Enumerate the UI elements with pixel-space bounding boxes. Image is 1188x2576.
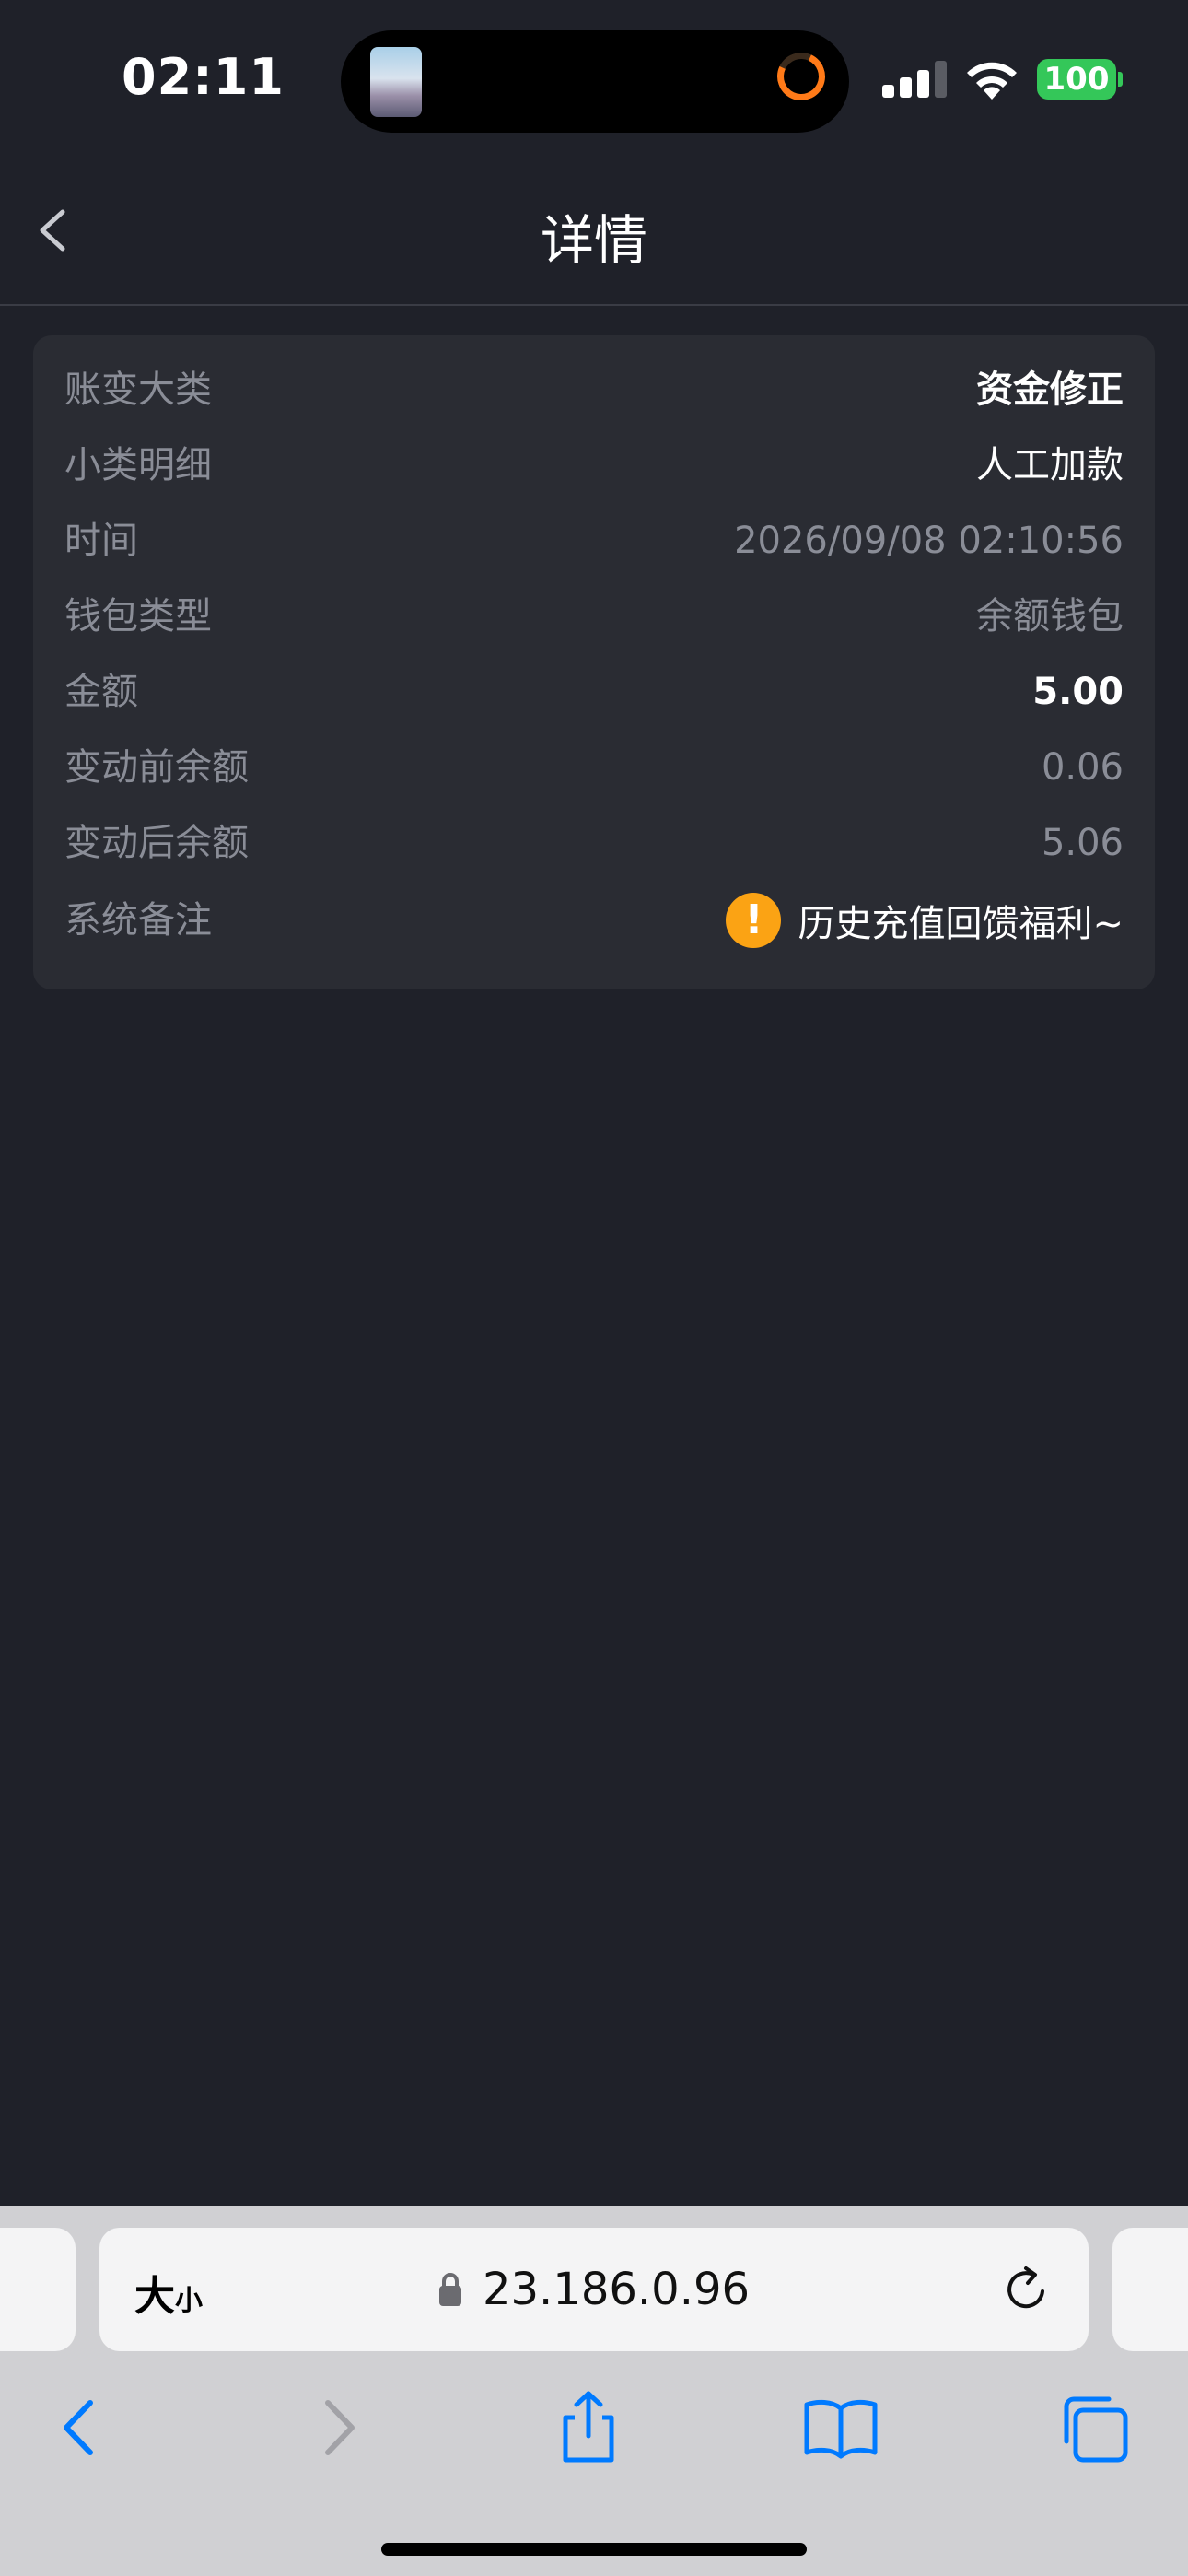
- url-display[interactable]: 23.186.0.96: [99, 2228, 1089, 2351]
- reload-icon[interactable]: [998, 2261, 1055, 2318]
- status-time: 02:11: [122, 48, 285, 106]
- lock-icon: [438, 2273, 461, 2306]
- wifi-icon: [967, 62, 1017, 100]
- next-tab-preview[interactable]: [1112, 2228, 1188, 2351]
- home-indicator: [381, 2543, 807, 2556]
- time-value: 2026/09/08 02:10:56: [734, 520, 1124, 562]
- address-bar[interactable]: 大小 23.186.0.96: [99, 2228, 1089, 2351]
- bookmarks-icon[interactable]: [799, 2386, 882, 2469]
- amount-label: 金额: [64, 671, 138, 713]
- page-title: 详情: [540, 209, 647, 272]
- now-playing-thumbnail: [370, 47, 422, 117]
- subcategory-label: 小类明细: [64, 444, 212, 486]
- category-value: 资金修正: [976, 369, 1124, 411]
- detail-row-wallet-type: 钱包类型 余额钱包: [64, 579, 1124, 654]
- wallet-type-value: 余额钱包: [976, 595, 1124, 638]
- previous-tab-preview[interactable]: [0, 2228, 76, 2351]
- detail-row-balance-before: 变动前余额 0.06: [64, 730, 1124, 805]
- browser-toolbar: 大小 23.186.0.96: [0, 2206, 1188, 2576]
- tabs-icon[interactable]: [1054, 2386, 1136, 2469]
- battery-nub: [1118, 72, 1123, 87]
- dynamic-island[interactable]: [341, 30, 849, 133]
- url-text: 23.186.0.96: [482, 2264, 751, 2315]
- share-icon[interactable]: [547, 2386, 630, 2469]
- progress-ring-icon: [770, 45, 833, 108]
- detail-card: 账变大类 资金修正 小类明细 人工加款 时间 2026/09/08 02:10:…: [33, 335, 1155, 989]
- category-label: 账变大类: [64, 369, 212, 411]
- status-bar: 02:11 100: [0, 0, 1188, 157]
- system-note-text: 历史充值回馈福利~: [798, 903, 1124, 945]
- subcategory-value: 人工加款: [976, 444, 1124, 486]
- detail-row-amount: 金额 5.00: [64, 654, 1124, 730]
- system-note-value: ! 历史充值回馈福利~: [726, 883, 1124, 958]
- time-label: 时间: [64, 520, 138, 562]
- battery-icon: 100: [1037, 59, 1116, 100]
- detail-row-time: 时间 2026/09/08 02:10:56: [64, 503, 1124, 579]
- balance-after-label: 变动后余额: [64, 822, 249, 864]
- cellular-signal-icon: [882, 61, 947, 98]
- detail-row-system-note: 系统备注 ! 历史充值回馈福利~: [64, 883, 1124, 958]
- system-note-label: 系统备注: [64, 899, 212, 942]
- back-icon[interactable]: [39, 2386, 122, 2469]
- balance-before-value: 0.06: [1041, 746, 1124, 789]
- balance-before-label: 变动前余额: [64, 746, 249, 789]
- detail-row-category: 账变大类 资金修正: [64, 352, 1124, 427]
- detail-row-subcategory: 小类明细 人工加款: [64, 427, 1124, 503]
- detail-row-balance-after: 变动后余额 5.06: [64, 805, 1124, 881]
- balance-after-value: 5.06: [1041, 822, 1124, 864]
- wallet-type-label: 钱包类型: [64, 595, 212, 638]
- warning-icon: !: [726, 893, 782, 948]
- forward-icon[interactable]: [297, 2386, 379, 2469]
- amount-value: 5.00: [1032, 671, 1124, 713]
- nav-bar: 详情: [0, 157, 1188, 306]
